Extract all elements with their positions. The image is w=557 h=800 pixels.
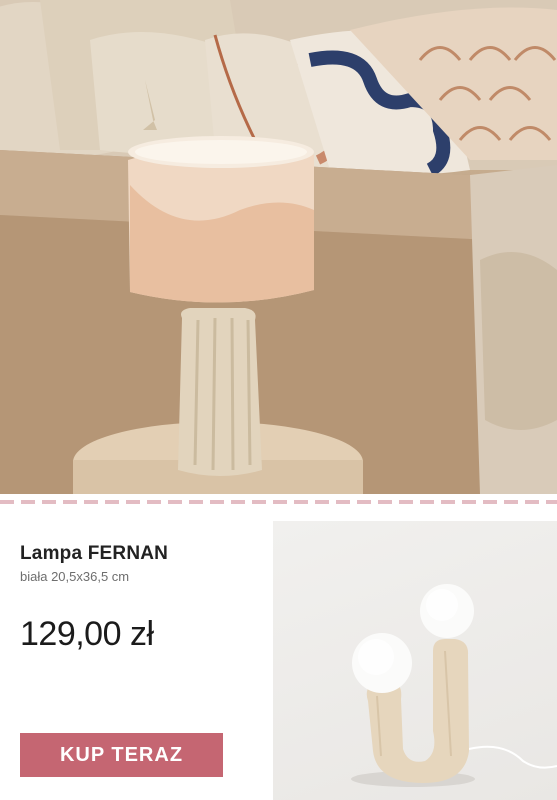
buy-now-button[interactable]: KUP TERAZ	[20, 733, 223, 777]
product-description: biała 20,5x36,5 cm	[20, 569, 130, 584]
hero-image	[0, 0, 557, 494]
product-image[interactable]	[273, 521, 557, 800]
lamp-product-illustration	[351, 584, 557, 787]
product-price: 129,00 zł	[20, 615, 154, 653]
product-name: Lampa FERNAN	[20, 543, 169, 564]
hero-photo-illustration	[0, 0, 557, 494]
dashed-divider	[0, 498, 557, 506]
